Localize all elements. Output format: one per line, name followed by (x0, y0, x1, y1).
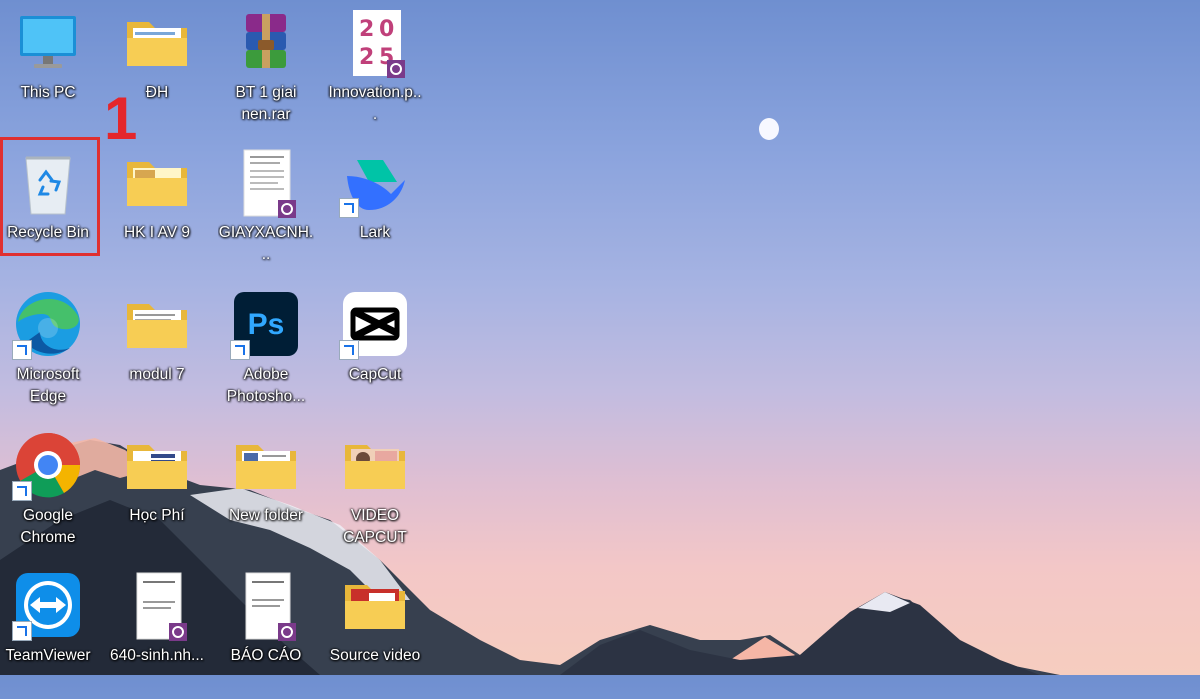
icon-label: Source video (329, 647, 421, 664)
desktop-icon-this-pc[interactable]: This PC (0, 0, 96, 136)
svg-text:0: 0 (379, 17, 394, 42)
desktop-icon-teamviewer[interactable]: TeamViewer (0, 563, 96, 699)
icon-label: This PC (20, 84, 76, 101)
desktop-icon-lark[interactable]: Lark (327, 140, 423, 276)
moon (759, 118, 779, 140)
svg-text:Ps: Ps (248, 308, 285, 341)
folder-icon (230, 429, 302, 501)
lark-bird-icon (339, 146, 411, 218)
desktop-icon-recycle-bin[interactable]: Recycle Bin (0, 140, 96, 276)
icon-label: modul 7 (129, 366, 185, 383)
desktop-icon-microsoft-edge[interactable]: Microsoft Edge (0, 282, 96, 418)
icon-label: Học Phí (129, 507, 185, 524)
desktop-icon-adobe-photoshop[interactable]: Ps Adobe Photosho... (218, 282, 314, 418)
folder-icon (121, 146, 193, 218)
desktop-icon-capcut[interactable]: CapCut (327, 282, 423, 418)
icon-label: Microsoft Edge (16, 366, 80, 405)
icon-label: ĐH (145, 84, 169, 101)
edge-icon (12, 288, 84, 360)
icon-label: 640-sinh.nh... (110, 647, 204, 664)
document-thumbnail-icon: 2 0 2 5 (339, 6, 411, 78)
folder-icon (339, 429, 411, 501)
winrar-archive-icon (230, 6, 302, 78)
shortcut-arrow-icon (339, 340, 359, 360)
shortcut-arrow-icon (12, 621, 32, 641)
icon-label: BÁO CÁO (230, 647, 302, 664)
icon-label: Google Chrome (20, 507, 76, 546)
folder-icon (121, 429, 193, 501)
icon-label: Adobe Photosho... (226, 366, 306, 405)
icon-label: Innovation.p... (328, 84, 422, 123)
capcut-icon (339, 288, 411, 360)
shortcut-arrow-icon (230, 340, 250, 360)
svg-text:2: 2 (359, 17, 374, 42)
icon-label: TeamViewer (5, 647, 91, 664)
desktop-icon-bao-cao-file[interactable]: BÁO CÁO (218, 563, 314, 699)
shortcut-arrow-icon (12, 340, 32, 360)
desktop-icon-google-chrome[interactable]: Google Chrome (0, 423, 96, 559)
desktop-icon-folder-hk-av9[interactable]: HK I AV 9 (109, 140, 205, 276)
desktop-icon-640-sinh-file[interactable]: 640-sinh.nh... (109, 563, 205, 699)
svg-text:2: 2 (359, 45, 374, 70)
mountain-range-right (560, 592, 1040, 675)
icon-label: GIAYXACNH... (218, 224, 314, 263)
icon-label: VIDEO CAPCUT (343, 507, 407, 546)
document-thumbnail-icon (121, 569, 193, 641)
icon-label: BT 1 giai nen.rar (235, 84, 297, 123)
chrome-icon (12, 429, 84, 501)
desktop-icon-giayxacnh-file[interactable]: GIAYXACNH... (218, 140, 314, 276)
document-thumbnail-icon (230, 569, 302, 641)
desktop-icon-folder-modul7[interactable]: modul 7 (109, 282, 205, 418)
folder-icon (121, 6, 193, 78)
document-thumbnail-icon (230, 146, 302, 218)
photoshop-icon: Ps (230, 288, 302, 360)
desktop-icon-folder-dh[interactable]: ĐH (109, 0, 205, 136)
desktop-icon-folder-video-capcut[interactable]: VIDEO CAPCUT (327, 423, 423, 559)
desktop-icon-folder-source-video[interactable]: Source video (327, 563, 423, 699)
icon-label: New folder (228, 507, 304, 524)
folder-icon (121, 288, 193, 360)
icon-label: CapCut (348, 366, 402, 383)
folder-icon (339, 569, 411, 641)
desktop-icon-rar-archive[interactable]: BT 1 giai nen.rar (218, 0, 314, 136)
desktop-icon-folder-new-folder[interactable]: New folder (218, 423, 314, 559)
teamviewer-icon (12, 569, 84, 641)
shortcut-arrow-icon (339, 198, 359, 218)
icon-label: HK I AV 9 (123, 224, 191, 241)
icon-label: Lark (359, 224, 391, 241)
shortcut-arrow-icon (12, 481, 32, 501)
monitor-icon (12, 6, 84, 78)
icon-label: Recycle Bin (7, 224, 89, 241)
desktop-icon-innovation-file[interactable]: 2 0 2 5 Innovation.p... (327, 0, 423, 136)
recycle-bin-icon (12, 146, 84, 218)
desktop-icon-folder-hoc-phi[interactable]: Học Phí (109, 423, 205, 559)
